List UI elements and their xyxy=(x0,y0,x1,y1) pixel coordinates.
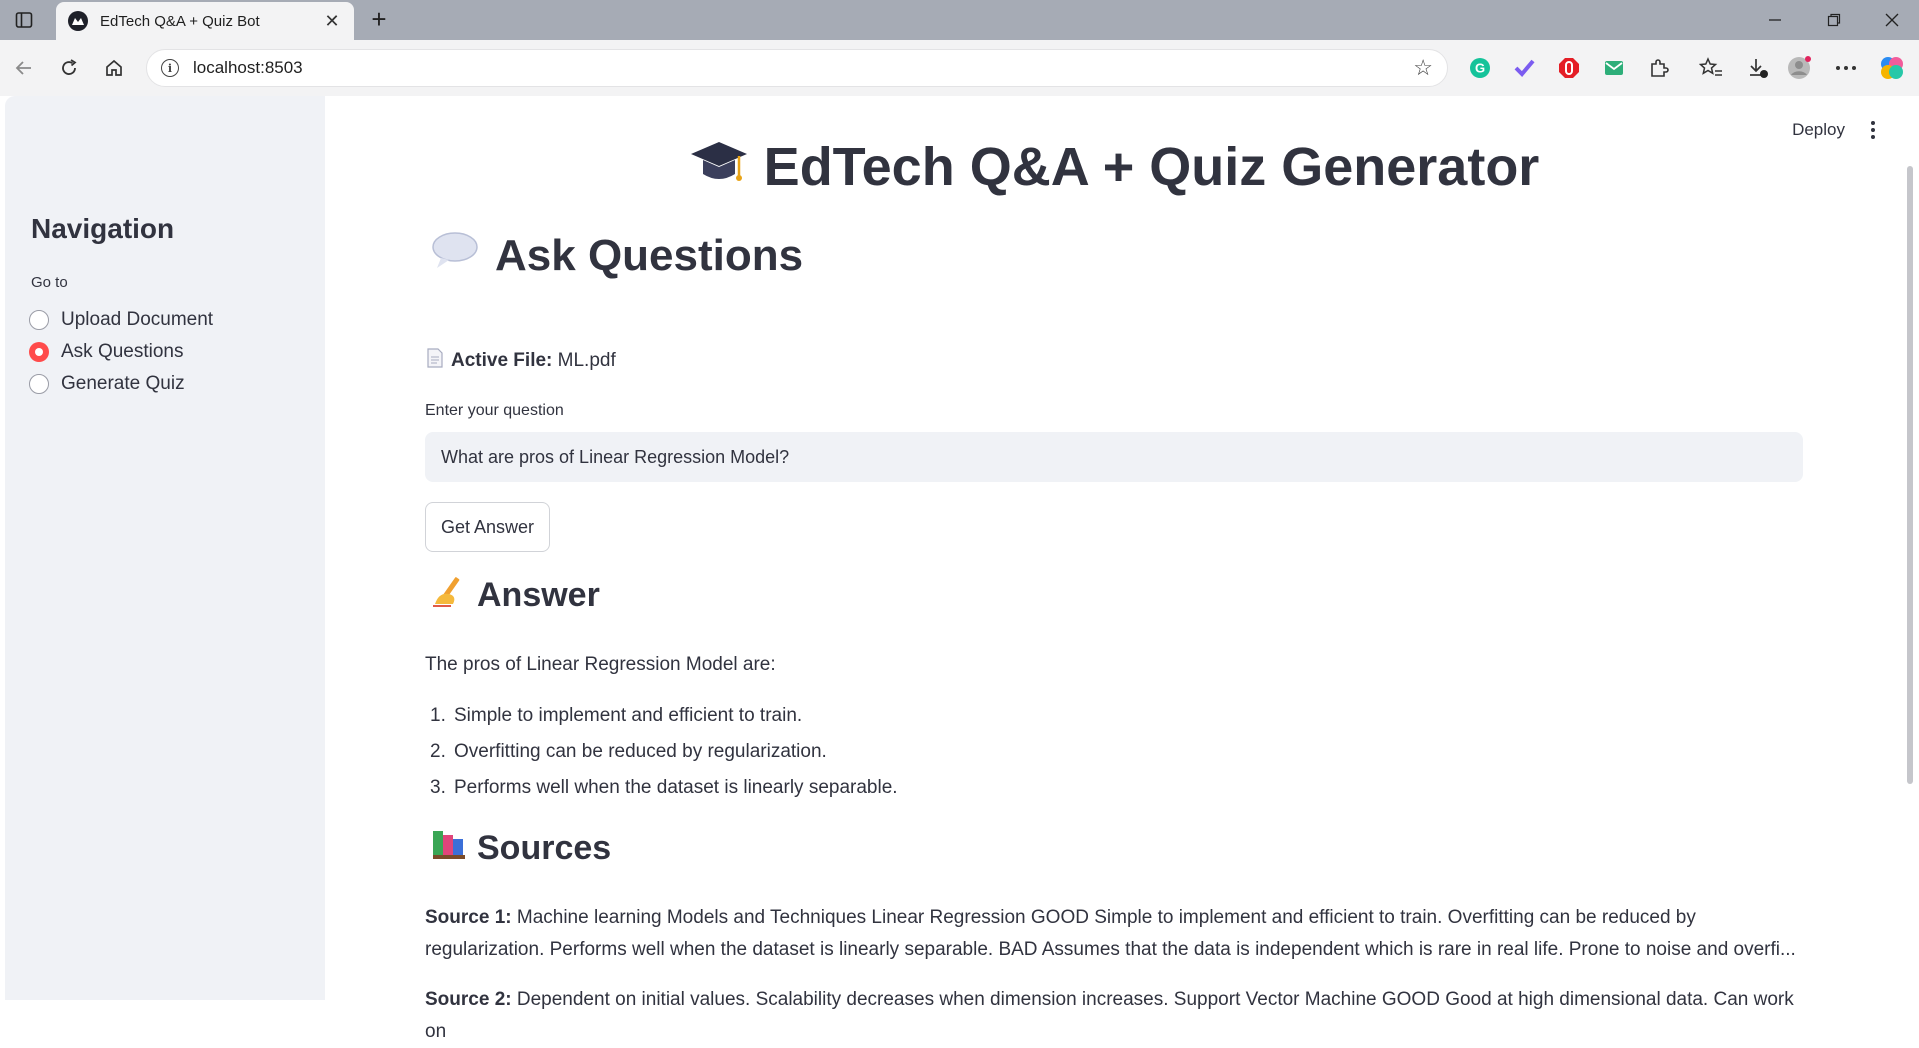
scrollbar-thumb[interactable] xyxy=(1907,166,1913,784)
url-text: localhost:8503 xyxy=(193,58,303,77)
radio-option-label: Ask Questions xyxy=(61,341,184,362)
grammarly-extension-icon[interactable]: G xyxy=(1466,54,1494,82)
streamlit-app: Navigation Go to Upload Document Ask Que… xyxy=(0,96,1919,1042)
sources-heading-text: Sources xyxy=(477,829,612,867)
source-label: Source 1: xyxy=(425,907,512,928)
reload-icon[interactable] xyxy=(55,54,83,82)
list-item: 2. Overfitting can be reduced by regulari… xyxy=(430,741,827,762)
radio-option-label: Upload Document xyxy=(61,309,214,330)
downloads-icon[interactable] xyxy=(1744,54,1772,82)
books-icon xyxy=(431,827,467,870)
site-info-icon[interactable]: i xyxy=(161,59,179,77)
question-input-label: Enter your question xyxy=(425,402,564,419)
source-text: Dependent on initial values. Scalability… xyxy=(425,989,1794,1042)
radio-circle[interactable] xyxy=(29,310,49,330)
tab-title: EdTech Q&A + Quiz Bot xyxy=(100,12,260,30)
home-icon[interactable] xyxy=(100,54,128,82)
close-window-icon[interactable] xyxy=(1869,6,1915,34)
radio-group-label: Go to xyxy=(31,274,68,291)
writing-hand-icon xyxy=(431,574,467,617)
adblock-extension-icon[interactable] xyxy=(1555,54,1583,82)
radio-option-generate-quiz[interactable]: Generate Quiz xyxy=(29,373,185,395)
radio-option-label: Generate Quiz xyxy=(61,373,185,394)
minimize-icon[interactable] xyxy=(1752,6,1798,34)
radio-option-upload-document[interactable]: Upload Document xyxy=(29,309,213,331)
browser-toolbar: i localhost:8503 ☆ G xyxy=(0,40,1919,96)
answer-list: 1. Simple to implement and efficient to t… xyxy=(425,698,898,806)
question-input[interactable] xyxy=(425,432,1803,482)
sources-heading: Sources xyxy=(431,827,611,870)
browser-tab-active[interactable]: EdTech Q&A + Quiz Bot ✕ xyxy=(56,2,354,40)
radio-circle[interactable] xyxy=(29,374,49,394)
favorite-star-icon[interactable]: ☆ xyxy=(1413,55,1433,81)
list-item: 3. Performs well when the dataset is line… xyxy=(430,777,898,798)
list-item: 1. Simple to implement and efficient to t… xyxy=(430,705,803,726)
section-heading-ask: Ask Questions xyxy=(431,230,803,281)
back-icon[interactable] xyxy=(10,54,38,82)
radio-circle-selected[interactable] xyxy=(29,342,49,362)
page-title-text: EdTech Q&A + Quiz Generator xyxy=(763,137,1540,197)
document-icon xyxy=(427,348,443,374)
sidebar-heading: Navigation xyxy=(31,213,175,244)
active-file-label: Active File: xyxy=(451,350,553,371)
checkmark-extension-icon[interactable] xyxy=(1510,54,1538,82)
answer-intro: The pros of Linear Regression Model are: xyxy=(425,654,776,675)
copilot-icon[interactable] xyxy=(1878,54,1906,82)
graduation-cap-icon xyxy=(689,136,749,205)
source-text: Machine learning Models and Techniques L… xyxy=(425,907,1796,960)
tab-actions-icon[interactable] xyxy=(12,8,36,32)
profile-avatar-icon[interactable] xyxy=(1786,54,1814,82)
get-answer-button[interactable]: Get Answer xyxy=(425,502,551,552)
source-paragraph: Source 1: Machine learning Models and Te… xyxy=(425,902,1803,966)
main-menu-icon[interactable] xyxy=(1863,118,1883,142)
svg-text:G: G xyxy=(1475,61,1485,76)
mail-extension-icon[interactable] xyxy=(1600,54,1628,82)
active-file-name: ML.pdf xyxy=(557,350,616,371)
section-heading-text: Ask Questions xyxy=(495,230,804,280)
address-bar[interactable]: i localhost:8503 ☆ xyxy=(146,49,1448,87)
tab-close-icon[interactable]: ✕ xyxy=(322,11,342,32)
source-paragraph: Source 2: Dependent on initial values. S… xyxy=(425,984,1803,1048)
streamlit-favicon-icon xyxy=(68,11,88,31)
extensions-puzzle-icon[interactable] xyxy=(1645,54,1673,82)
restore-icon[interactable] xyxy=(1811,6,1857,34)
favorites-icon[interactable] xyxy=(1697,54,1725,82)
answer-heading: Answer xyxy=(431,574,600,617)
browser-tabstrip: EdTech Q&A + Quiz Bot ✕ + xyxy=(0,0,1919,40)
page-title: EdTech Q&A + Quiz Generator xyxy=(425,136,1803,205)
main-content: Deploy EdTech Q&A + Quiz Generator Ask Q… xyxy=(325,96,1919,1042)
answer-heading-text: Answer xyxy=(477,576,600,614)
new-tab-icon[interactable]: + xyxy=(364,4,394,34)
radio-option-ask-questions[interactable]: Ask Questions xyxy=(29,341,184,363)
more-options-icon[interactable] xyxy=(1832,54,1860,82)
speech-bubble-icon xyxy=(431,230,479,281)
active-file-info: Active File: ML.pdf xyxy=(427,348,616,374)
sidebar: Navigation Go to Upload Document Ask Que… xyxy=(5,96,325,1000)
